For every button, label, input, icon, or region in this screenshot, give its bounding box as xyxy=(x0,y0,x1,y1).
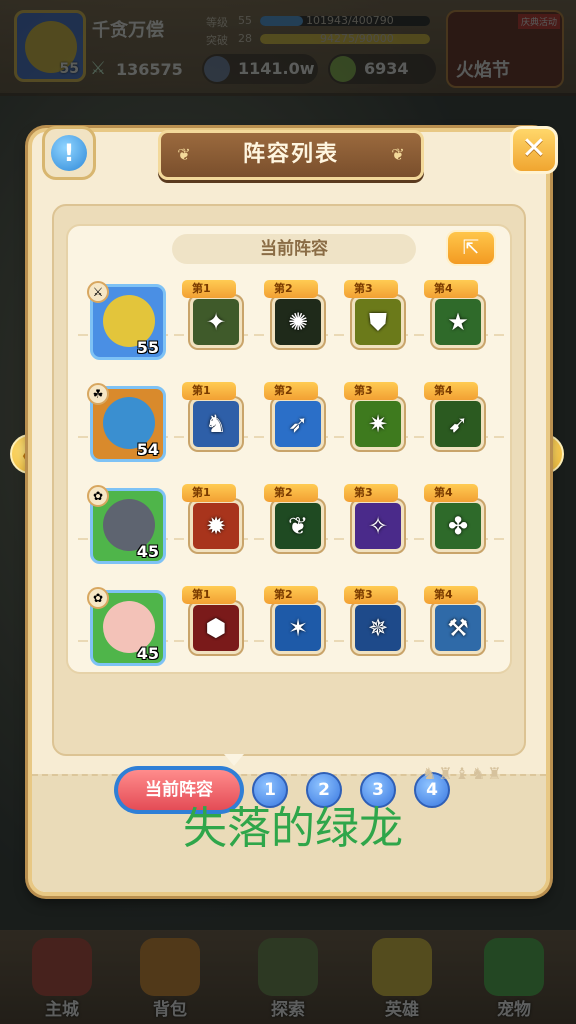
hero-class-icon: ⚔ xyxy=(87,281,109,303)
decorative-silhouettes: ♞♜♝♞♜ xyxy=(422,764,504,783)
skill-slot[interactable]: ⛊ 第3 xyxy=(344,280,406,362)
lineup-row: ✿ 45 ⬢ 第1 ✶ 第2 ✵ 第3 ⚒ 第4 xyxy=(68,584,514,680)
skill-slot[interactable]: ♞ 第1 xyxy=(182,382,244,464)
hero-level: 54 xyxy=(136,440,159,459)
hero-level: 45 xyxy=(136,644,159,663)
skill-glyph-icon: ✹ xyxy=(205,512,227,540)
skill-glyph-icon: ✺ xyxy=(287,308,309,336)
skill-slot[interactable]: ✹ 第1 xyxy=(182,484,244,566)
skill-glyph-icon: ✤ xyxy=(447,512,469,540)
skill-order-tag: 第4 xyxy=(424,484,478,502)
skill-order-tag: 第2 xyxy=(264,484,318,502)
hero-class-icon: ☘ xyxy=(87,383,109,405)
hero-portrait[interactable]: ⚔ 55 xyxy=(87,281,166,360)
skill-icon: ✧ xyxy=(352,500,404,552)
skill-glyph-icon: ♞ xyxy=(205,410,227,438)
skill-order-tag: 第2 xyxy=(264,586,318,604)
skill-slot[interactable]: ⬢ 第1 xyxy=(182,586,244,668)
skill-order-tag: 第1 xyxy=(182,586,236,604)
skill-glyph-icon: ✶ xyxy=(287,614,309,642)
dialog-title: 阵容列表 xyxy=(242,142,339,167)
skill-order-tag: 第4 xyxy=(424,280,478,298)
skill-order-tag: 第2 xyxy=(264,382,318,400)
skill-icon: ✤ xyxy=(432,500,484,552)
lineup-card: 当前阵容 ⇱ ⚔ 55 ✦ 第1 ✺ 第2 ⛊ 第3 ★ 第4 ☘ 54 ♞ 第1 ➶ 第2 ✷ 第3 ➹ 第4 ✿ 45… xyxy=(66,224,512,674)
skill-slot[interactable]: ⚒ 第4 xyxy=(424,586,486,668)
hero-portrait[interactable]: ✿ 45 xyxy=(87,587,166,666)
skill-glyph-icon: ➶ xyxy=(287,410,309,438)
skill-order-tag: 第1 xyxy=(182,382,236,400)
skill-order-tag: 第4 xyxy=(424,382,478,400)
skill-slot[interactable]: ✵ 第3 xyxy=(344,586,406,668)
swirl-right-icon: ❦ xyxy=(391,145,405,164)
skill-icon: ★ xyxy=(432,296,484,348)
skill-icon: ✦ xyxy=(190,296,242,348)
close-button[interactable]: ✕ xyxy=(510,126,558,174)
skill-glyph-icon: ⛊ xyxy=(369,308,387,336)
skill-glyph-icon: ⚒ xyxy=(447,614,469,642)
skill-icon: ♞ xyxy=(190,398,242,450)
caption-text: 失落的绿龙 xyxy=(183,803,403,854)
skill-glyph-icon: ✦ xyxy=(205,308,227,336)
skill-glyph-icon: ✷ xyxy=(367,410,389,438)
lineup-row: ⚔ 55 ✦ 第1 ✺ 第2 ⛊ 第3 ★ 第4 xyxy=(68,278,514,374)
skill-icon: ➹ xyxy=(432,398,484,450)
hero-class-icon: ✿ xyxy=(87,485,109,507)
skill-order-tag: 第2 xyxy=(264,280,318,298)
skill-slot[interactable]: ➹ 第4 xyxy=(424,382,486,464)
skill-icon: ✷ xyxy=(352,398,404,450)
skill-slot[interactable]: ✷ 第3 xyxy=(344,382,406,464)
hero-class-icon: ✿ xyxy=(87,587,109,609)
hero-level: 55 xyxy=(136,338,159,357)
hero-portrait[interactable]: ☘ 54 xyxy=(87,383,166,462)
skill-glyph-icon: ★ xyxy=(447,308,469,336)
skill-order-tag: 第1 xyxy=(182,484,236,502)
skill-slot[interactable]: ✦ 第1 xyxy=(182,280,244,362)
skill-icon: ❦ xyxy=(272,500,324,552)
lineup-row: ☘ 54 ♞ 第1 ➶ 第2 ✷ 第3 ➹ 第4 xyxy=(68,380,514,476)
skill-order-tag: 第3 xyxy=(344,586,398,604)
title-ribbon: ❦ 阵容列表 ❦ xyxy=(158,130,424,180)
skill-order-tag: 第3 xyxy=(344,280,398,298)
skill-glyph-icon: ✧ xyxy=(367,512,389,540)
share-button[interactable]: ⇱ xyxy=(446,230,496,266)
skill-order-tag: 第3 xyxy=(344,382,398,400)
skill-icon: ✹ xyxy=(190,500,242,552)
skill-slot[interactable]: ➶ 第2 xyxy=(264,382,326,464)
skill-slot[interactable]: ❦ 第2 xyxy=(264,484,326,566)
lineup-dialog: ❦ 阵容列表 ❦ ! ✕ 当前阵容 ⇱ ⚔ 55 ✦ 第1 ✺ 第2 ⛊ 第3 ★ 第4 ☘ 54 ♞ 第… xyxy=(28,126,558,896)
skill-icon: ✵ xyxy=(352,602,404,654)
skill-slot[interactable]: ✺ 第2 xyxy=(264,280,326,362)
share-icon: ⇱ xyxy=(462,235,480,259)
skill-order-tag: 第3 xyxy=(344,484,398,502)
tab-pointer xyxy=(224,754,244,766)
skill-glyph-icon: ⬢ xyxy=(205,614,227,642)
skill-slot[interactable]: ✶ 第2 xyxy=(264,586,326,668)
skill-glyph-icon: ✵ xyxy=(367,614,389,642)
skill-slot[interactable]: ✧ 第3 xyxy=(344,484,406,566)
skill-glyph-icon: ❦ xyxy=(287,512,309,540)
skill-glyph-icon: ➹ xyxy=(447,410,469,438)
skill-icon: ⛊ xyxy=(352,296,404,348)
current-lineup-title: 当前阵容 xyxy=(172,234,416,264)
skill-icon: ✶ xyxy=(272,602,324,654)
hero-portrait[interactable]: ✿ 45 xyxy=(87,485,166,564)
skill-slot[interactable]: ✤ 第4 xyxy=(424,484,486,566)
info-icon: ! xyxy=(51,135,87,171)
skill-slot[interactable]: ★ 第4 xyxy=(424,280,486,362)
skill-order-tag: 第1 xyxy=(182,280,236,298)
skill-icon: ✺ xyxy=(272,296,324,348)
hero-level: 45 xyxy=(136,542,159,561)
skill-order-tag: 第4 xyxy=(424,586,478,604)
skill-icon: ⬢ xyxy=(190,602,242,654)
skill-icon: ➶ xyxy=(272,398,324,450)
info-button[interactable]: ! xyxy=(42,126,96,180)
lineup-row: ✿ 45 ✹ 第1 ❦ 第2 ✧ 第3 ✤ 第4 xyxy=(68,482,514,578)
lineup-panel: 当前阵容 ⇱ ⚔ 55 ✦ 第1 ✺ 第2 ⛊ 第3 ★ 第4 ☘ 54 ♞ 第1 ➶ 第2 ✷ 第3 ➹ 第4 ✿ 45… xyxy=(52,204,526,814)
skill-icon: ⚒ xyxy=(432,602,484,654)
